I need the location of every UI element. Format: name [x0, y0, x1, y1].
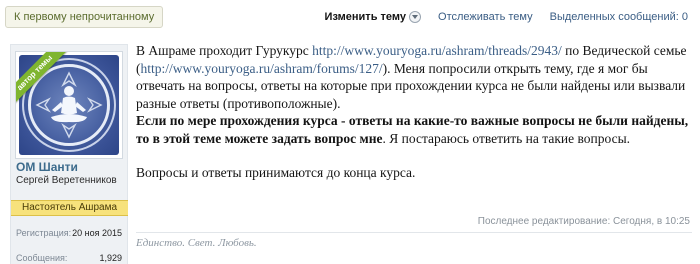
thread-actions: Изменить тему Отслеживать тему Выделенны… — [325, 10, 688, 24]
stat-registration: Регистрация: 20 ноя 2015 — [16, 228, 122, 238]
post-paragraph: Если по мере прохождения курса - ответы … — [136, 113, 689, 146]
go-to-first-unread-button[interactable]: К первому непрочитанному — [5, 6, 164, 28]
author-panel: автор темы ОМ Шанти Сергей Веретенников … — [10, 44, 128, 264]
chevron-down-icon[interactable] — [408, 11, 421, 24]
next-post-text-cutoff — [136, 258, 606, 264]
user-real-name: Сергей Веретенников — [16, 175, 117, 186]
stat-label: Регистрация: — [16, 228, 72, 238]
avatar[interactable]: автор темы — [15, 51, 123, 159]
post-paragraph: Вопросы и ответы принимаются до конца ку… — [136, 165, 416, 180]
stat-value: 1,929 — [99, 253, 122, 263]
post-paragraph: В Ашраме проходит Гурукурс http://www.yo… — [136, 43, 687, 111]
signature-divider — [136, 232, 692, 233]
selected-messages-link[interactable]: Выделенных сообщений: 0 — [550, 10, 688, 24]
stat-value: 20 ноя 2015 — [72, 228, 122, 238]
vedic-family-forum-link[interactable]: http://www.youryoga.ru/ashram/forums/127… — [141, 61, 383, 76]
course-thread-link[interactable]: http://www.youryoga.ru/ashram/threads/29… — [312, 43, 562, 58]
edit-topic-link[interactable]: Изменить тему — [325, 10, 406, 24]
stat-label: Сообщения: — [16, 253, 68, 263]
username-link[interactable]: ОМ Шанти — [16, 160, 78, 174]
user-signature: Единство. Свет. Любовь. — [136, 237, 257, 249]
stat-messages: Сообщения: 1,929 — [16, 253, 122, 263]
watch-topic-link[interactable]: Отслеживать тему — [438, 10, 533, 24]
last-edit-info: Последнее редактирование: Сегодня, в 10:… — [477, 216, 690, 227]
post-message: В Ашраме проходит Гурукурс http://www.yo… — [136, 42, 692, 182]
thread-toolbar: К первому непрочитанному Изменить тему О… — [0, 0, 700, 34]
user-role-badge: Настоятель Ашрама — [11, 200, 128, 216]
